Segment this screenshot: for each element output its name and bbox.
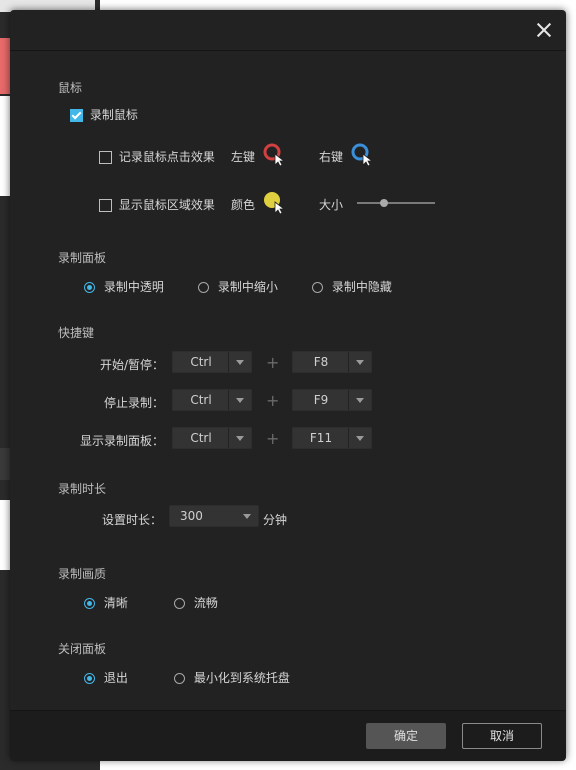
section-title-panel: 录制面板 bbox=[58, 251, 107, 265]
panel-option-label: 录制中缩小 bbox=[217, 280, 278, 294]
hotkey-start-modifier-select[interactable]: Ctrl bbox=[172, 351, 252, 373]
duration-unit: 分钟 bbox=[263, 513, 288, 527]
checkbox-checked-icon[interactable] bbox=[70, 109, 83, 122]
close-icon[interactable] bbox=[534, 20, 554, 40]
settings-dialog: 鼠标 录制鼠标 记录鼠标点击效果 左键 右键 显示鼠标区域效果 颜色 大小 录制… bbox=[10, 10, 566, 761]
panel-option-shrink[interactable]: 录制中缩小 bbox=[198, 278, 278, 295]
cancel-button[interactable]: 取消 bbox=[462, 723, 542, 749]
quality-option-smooth[interactable]: 流畅 bbox=[174, 594, 218, 611]
chevron-down-icon[interactable] bbox=[228, 390, 251, 410]
radio-icon[interactable] bbox=[84, 282, 95, 293]
plus-icon: + bbox=[266, 353, 280, 372]
hotkey-label-start: 开始/暂停： bbox=[99, 358, 164, 372]
combo-value: F11 bbox=[309, 431, 333, 445]
show-area-checkbox[interactable]: 显示鼠标区域效果 bbox=[99, 196, 215, 213]
panel-option-label: 录制中隐藏 bbox=[331, 280, 392, 294]
close-option-label: 最小化到系统托盘 bbox=[193, 671, 290, 685]
panel-option-label: 录制中透明 bbox=[103, 280, 164, 294]
dialog-footer: 确定 取消 bbox=[10, 710, 566, 761]
quality-option-clear[interactable]: 清晰 bbox=[84, 594, 128, 611]
color-label: 颜色 bbox=[231, 198, 256, 212]
radio-icon[interactable] bbox=[174, 598, 185, 609]
hotkey-show-key-select[interactable]: F11 bbox=[292, 427, 372, 449]
combo-value: Ctrl bbox=[190, 393, 212, 407]
chevron-down-icon[interactable] bbox=[236, 506, 258, 526]
panel-option-transparent[interactable]: 录制中透明 bbox=[84, 278, 164, 295]
checkbox-icon[interactable] bbox=[99, 199, 112, 212]
quality-option-label: 清晰 bbox=[103, 596, 128, 610]
duration-select[interactable]: 300 bbox=[169, 505, 259, 527]
record-mouse-label: 录制鼠标 bbox=[89, 108, 138, 122]
section-title-hotkeys: 快捷键 bbox=[58, 326, 95, 340]
close-option-label: 退出 bbox=[103, 671, 128, 685]
hotkey-stop-key-select[interactable]: F9 bbox=[292, 389, 372, 411]
combo-value: Ctrl bbox=[190, 355, 212, 369]
section-title-quality: 录制画质 bbox=[58, 567, 107, 581]
plus-icon: + bbox=[266, 429, 280, 448]
left-click-cursor-icon[interactable] bbox=[262, 142, 286, 166]
radio-icon[interactable] bbox=[84, 673, 95, 684]
right-click-cursor-icon[interactable] bbox=[350, 142, 374, 166]
hotkey-label-stop: 停止录制： bbox=[103, 396, 164, 410]
dialog-titlebar bbox=[10, 10, 566, 51]
combo-value: F8 bbox=[313, 355, 329, 369]
combo-value: 300 bbox=[180, 509, 203, 523]
left-key-label: 左键 bbox=[231, 150, 256, 164]
hotkey-label-show-panel: 显示录制面板： bbox=[79, 434, 164, 448]
quality-option-label: 流畅 bbox=[193, 596, 218, 610]
chevron-down-icon[interactable] bbox=[228, 428, 251, 448]
panel-option-hide[interactable]: 录制中隐藏 bbox=[312, 278, 392, 295]
radio-icon[interactable] bbox=[174, 673, 185, 684]
duration-label: 设置时长： bbox=[102, 513, 163, 527]
record-click-checkbox[interactable]: 记录鼠标点击效果 bbox=[99, 148, 215, 165]
record-click-label: 记录鼠标点击效果 bbox=[118, 150, 215, 164]
radio-icon[interactable] bbox=[84, 598, 95, 609]
chevron-down-icon[interactable] bbox=[228, 352, 251, 372]
area-color-cursor-icon[interactable] bbox=[262, 190, 286, 214]
chevron-down-icon[interactable] bbox=[348, 428, 371, 448]
combo-value: F9 bbox=[313, 393, 329, 407]
size-label: 大小 bbox=[319, 198, 344, 212]
show-area-label: 显示鼠标区域效果 bbox=[118, 198, 215, 212]
hotkey-start-key-select[interactable]: F8 bbox=[292, 351, 372, 373]
chevron-down-icon[interactable] bbox=[348, 390, 371, 410]
plus-icon: + bbox=[266, 391, 280, 410]
radio-icon[interactable] bbox=[312, 282, 323, 293]
chevron-down-icon[interactable] bbox=[348, 352, 371, 372]
checkbox-icon[interactable] bbox=[99, 151, 112, 164]
size-slider-thumb[interactable] bbox=[380, 199, 389, 207]
section-title-duration: 录制时长 bbox=[58, 482, 107, 496]
section-title-close-panel: 关闭面板 bbox=[58, 642, 107, 656]
ok-button[interactable]: 确定 bbox=[366, 723, 446, 749]
hotkey-show-modifier-select[interactable]: Ctrl bbox=[172, 427, 252, 449]
right-key-label: 右键 bbox=[319, 150, 344, 164]
close-option-exit[interactable]: 退出 bbox=[84, 669, 128, 686]
record-mouse-checkbox[interactable]: 录制鼠标 bbox=[70, 106, 138, 123]
close-option-tray[interactable]: 最小化到系统托盘 bbox=[174, 669, 290, 686]
section-title-mouse: 鼠标 bbox=[58, 81, 83, 95]
hotkey-stop-modifier-select[interactable]: Ctrl bbox=[172, 389, 252, 411]
combo-value: Ctrl bbox=[190, 431, 212, 445]
size-slider-track[interactable] bbox=[357, 202, 435, 204]
radio-icon[interactable] bbox=[198, 282, 209, 293]
